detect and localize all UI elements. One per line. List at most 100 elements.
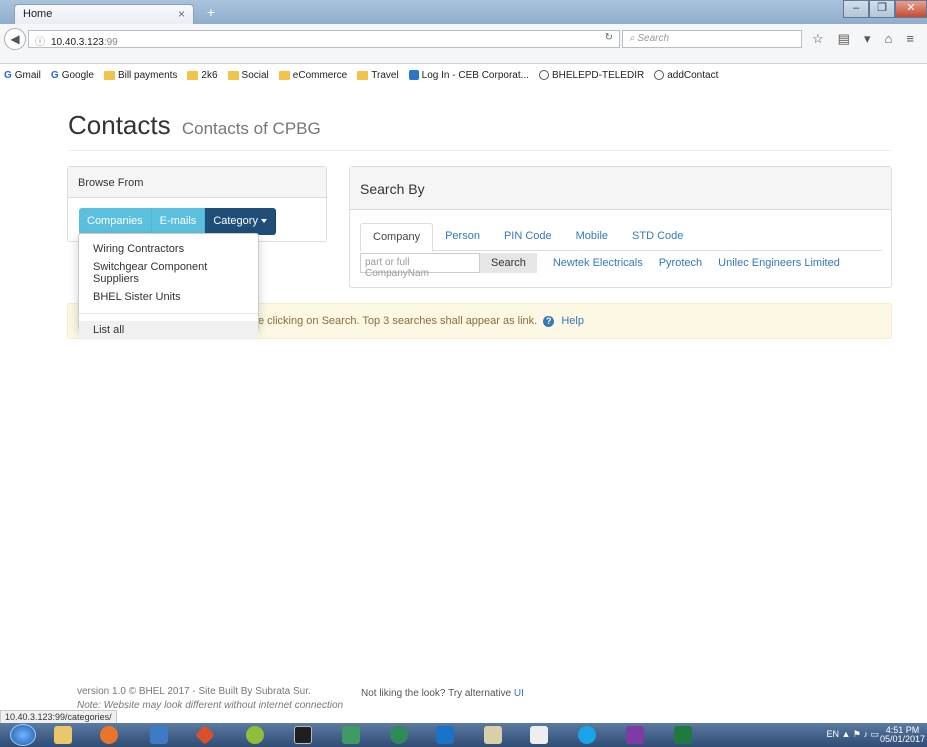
console-icon[interactable] [294,726,312,744]
folder-icon [278,70,290,80]
pocket-icon[interactable]: ▾ [864,31,871,47]
dropdown-item-list-all[interactable]: List all [79,321,258,339]
start-button[interactable] [10,724,36,746]
help-link[interactable]: Help [561,315,584,327]
footer-version: version 1.0 © BHEL 2017 - Site Built By … [77,686,311,697]
bookmark-travel[interactable]: Travel [357,67,399,83]
bookmark-ecommerce[interactable]: eCommerce [278,67,347,83]
browser-navbar: ◀ ⓘ 10.40.3.123:99 ↻ ⌕ Search ☆ ▤ ▾ ⌂ ≡ G… [0,24,927,81]
new-tab-button[interactable]: + [202,4,220,20]
onenote-icon[interactable] [626,726,644,744]
excel-icon[interactable] [674,726,692,744]
app-icon[interactable] [484,726,502,744]
flag-icon[interactable]: ⚑ [853,729,864,739]
explorer-icon[interactable] [54,726,72,744]
hs-icon[interactable] [246,726,264,744]
bookmark-gmail[interactable]: G Gmail [4,67,41,83]
git-icon[interactable] [195,725,215,745]
menu-icon[interactable]: ≡ [906,31,914,47]
emails-button[interactable]: E-mails [151,208,206,235]
page-icon [408,70,419,80]
dropdown-item-wiring-contractors[interactable]: Wiring Contractors [79,240,258,258]
folder-icon [187,70,199,80]
tray-arrow-icon[interactable]: ▲ [841,729,852,739]
home-icon[interactable]: ⌂ [884,31,892,47]
browse-panel-heading: Browse From [68,167,326,198]
android-studio-icon[interactable] [390,726,408,744]
folder-icon [103,70,115,80]
info-icon[interactable]: ⓘ [35,37,45,48]
search-row: part or full CompanyNam Search Newtek El… [360,253,840,279]
star-icon[interactable]: ☆ [812,31,824,47]
status-bar-url: 10.40.3.123:99/categories/ [0,710,117,724]
close-tab-icon[interactable]: × [178,7,185,21]
company-search-input[interactable]: part or full CompanyNam [360,253,480,279]
category-dropdown-menu: Wiring Contractors Switchgear Component … [78,233,259,339]
reload-icon[interactable]: ↻ [605,32,613,43]
browser-tab-home[interactable]: Home × [14,4,194,24]
dropdown-divider [79,313,258,314]
app-icon[interactable] [150,726,168,744]
bookmark-bill-payments[interactable]: Bill payments [103,67,177,83]
bookmark-2k6[interactable]: 2k6 [187,67,218,83]
browser-search-placeholder: Search [637,33,670,44]
tab-person[interactable]: Person [433,223,492,250]
close-window-button[interactable]: ✕ [895,0,927,18]
search-panel: Search By Company Person PIN Code Mobile… [349,166,892,288]
back-button[interactable]: ◀ [4,28,26,50]
footer-note: Note: Website may look different without… [77,700,344,711]
internet-explorer-icon[interactable] [578,726,596,744]
dropdown-item-switchgear-suppliers[interactable]: Switchgear Component Suppliers [79,258,258,288]
browse-button-group: Companies E-mails Category [79,208,276,235]
tex-icon[interactable] [530,726,548,744]
recent-search-link[interactable]: Newtek Electricals [553,257,643,269]
bookmark-ceb-login[interactable]: Log In - CEB Corporat... [408,67,529,83]
bookmark-addcontact[interactable]: addContact [654,67,718,83]
bookmarks-bar: G Gmail G Google Bill payments 2k6 Social … [4,67,718,83]
browser-search-box[interactable]: ⌕ Search [622,30,802,48]
bookmark-teledir[interactable]: BHELEPD-TELEDIR [538,67,644,83]
window-controls: – ❐ ✕ [843,0,927,18]
outlook-icon[interactable] [436,726,454,744]
toolbar-icons: ☆ ▤ ▾ ⌂ ≡ [812,31,914,47]
language-indicator[interactable]: EN [826,729,839,739]
bookmark-social[interactable]: Social [227,67,269,83]
maximize-button[interactable]: ❐ [869,0,895,18]
footer: version 1.0 © BHEL 2017 - Site Built By … [77,686,343,711]
search-tabs: Company Person PIN Code Mobile STD Code [360,223,882,252]
recent-search-link[interactable]: Unilec Engineers Limited [718,257,840,269]
reading-list-icon[interactable]: ▤ [838,31,850,47]
network-icon[interactable]: ▭ [870,729,879,739]
dropdown-item-bhel-sister-units[interactable]: BHEL Sister Units [79,288,258,306]
firefox-icon[interactable] [100,726,118,744]
url-port: :99 [103,37,118,48]
recent-search-link[interactable]: Pyrotech [659,257,702,269]
screenshot-root: { "browser": { "tab_title": "Home", "tab… [0,0,927,747]
alert-text: e clicking on Search. Top 3 searches sha… [258,315,538,327]
browser-tab-strip: Home × + – ❐ ✕ [0,0,927,24]
question-circle-icon: ? [543,315,555,327]
address-bar[interactable]: ⓘ 10.40.3.123:99 ↻ [28,30,620,48]
tab-pin-code[interactable]: PIN Code [492,223,564,250]
category-dropdown-button[interactable]: Category [205,208,276,235]
app-icon[interactable] [342,726,360,744]
alternative-ui-note: Not liking the look? Try alternative UI [361,688,524,699]
google-icon: G [4,69,12,81]
search-button[interactable]: Search [480,253,537,273]
companies-button[interactable]: Companies [79,208,152,235]
clock[interactable]: 4:51 PM 05/01/2017 [880,726,925,744]
tab-std-code[interactable]: STD Code [620,223,695,250]
google-icon: G [50,69,59,81]
page-title: Contacts Contacts of CPBG [68,110,321,141]
tab-company[interactable]: Company [360,223,434,252]
url-host: 10.40.3.123 [51,37,104,48]
system-tray: EN ▲ ⚑ ♪ ▭ [826,729,879,740]
folder-icon [227,70,239,80]
alternative-ui-link[interactable]: UI [514,688,524,699]
page-title-text: Contacts [68,110,171,140]
minimize-button[interactable]: – [843,0,869,18]
bookmark-google[interactable]: G Google [51,67,94,83]
windows-taskbar: EN ▲ ⚑ ♪ ▭ 4:51 PM 05/01/2017 [0,723,927,747]
category-label: Category [213,215,258,227]
tab-mobile[interactable]: Mobile [564,223,620,250]
